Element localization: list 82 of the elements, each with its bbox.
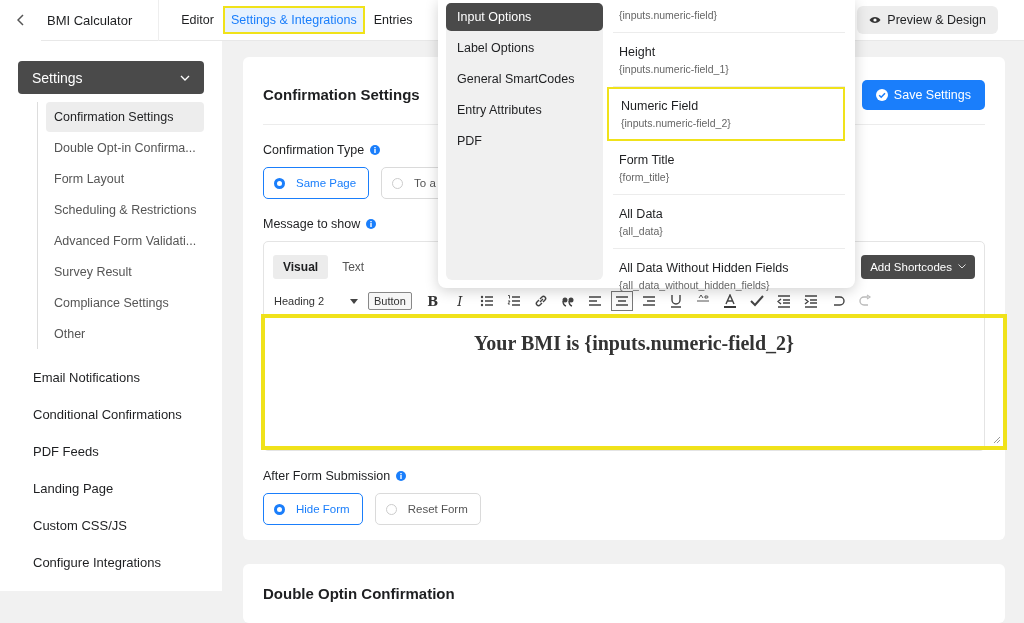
sidebar-item[interactable]: PDF Feeds bbox=[18, 433, 204, 470]
check-circle-icon bbox=[875, 88, 888, 101]
numbered-list-icon bbox=[506, 294, 521, 308]
insert-button[interactable]: Button bbox=[368, 292, 412, 310]
shortcode-value: {all_data_without_hidden_fields} bbox=[619, 279, 771, 291]
sidebar-subitem[interactable]: Advanced Form Validati... bbox=[46, 226, 204, 256]
nav-tab[interactable]: Settings & Integrations bbox=[222, 6, 365, 34]
bold-button[interactable]: B bbox=[421, 291, 444, 311]
shortcode-item[interactable]: All Data Without Hidden Fields {all_data_without_hidden_fields} bbox=[613, 249, 845, 303]
sidebar-subitem[interactable]: Compliance Settings bbox=[46, 288, 204, 318]
nav-tab[interactable]: Editor bbox=[173, 6, 222, 34]
shortcode-value: {all_data} bbox=[619, 224, 664, 237]
shortcode-item[interactable]: All Data {all_data} bbox=[613, 195, 845, 249]
chevron-left-icon bbox=[16, 14, 25, 26]
radio-option[interactable]: Hide Form bbox=[263, 493, 363, 525]
info-icon bbox=[396, 471, 407, 481]
info-icon bbox=[370, 145, 381, 155]
sidebar-subitem[interactable]: Form Layout bbox=[46, 164, 204, 194]
shortcode-item[interactable]: Numeric Field {inputs.numeric-field_2} bbox=[607, 87, 845, 141]
shortcode-title: All Data bbox=[619, 206, 664, 221]
link-icon bbox=[533, 294, 548, 308]
caret-icon bbox=[958, 264, 966, 269]
shortcode-value: {form_title} bbox=[619, 170, 671, 183]
editor-content-area[interactable]: Your BMI is {inputs.numeric-field_2} bbox=[261, 314, 1007, 450]
field-label: After Form Submission bbox=[263, 469, 391, 483]
eye-icon bbox=[869, 16, 882, 24]
shortcode-title: All Data Without Hidden Fields bbox=[619, 261, 790, 275]
shortcode-value: {inputs.numeric-field} bbox=[619, 8, 719, 21]
shortcode-value: {inputs.numeric-field_1} bbox=[619, 62, 730, 75]
align-right-icon bbox=[641, 294, 656, 308]
editor-heading-text: Your BMI is {inputs.numeric-field_2} bbox=[474, 332, 794, 355]
caret-icon bbox=[350, 298, 358, 304]
field-label: Confirmation Type bbox=[263, 143, 365, 157]
nav-tab[interactable]: Entries bbox=[365, 6, 421, 34]
sidebar-subitem[interactable]: Other bbox=[46, 319, 204, 349]
align-left-icon bbox=[587, 294, 602, 308]
sidebar-subitem[interactable]: Survey Result bbox=[46, 257, 204, 287]
bulleted-list-icon bbox=[479, 294, 494, 308]
text-color-icon bbox=[722, 294, 737, 308]
sidebar-subitem[interactable]: Double Opt-in Confirma... bbox=[46, 133, 204, 163]
mode-tab[interactable]: Visual bbox=[273, 254, 329, 279]
shortcode-title: Numeric Field bbox=[621, 99, 700, 113]
resize-grip-icon bbox=[993, 436, 1001, 444]
shortcode-title: Form Title bbox=[619, 152, 676, 167]
add-shortcodes-button[interactable]: Add Shortcodes bbox=[861, 254, 975, 279]
toolbar-button[interactable] bbox=[610, 291, 633, 311]
settings-menu-toggle[interactable]: Settings bbox=[18, 61, 204, 94]
sidebar-subitem[interactable]: Scheduling & Restrictions bbox=[46, 195, 204, 225]
shortcode-group[interactable]: General SmartCodes bbox=[446, 65, 603, 93]
sidebar-subitem[interactable]: Confirmation Settings bbox=[46, 102, 204, 132]
shortcode-group[interactable]: Input Options bbox=[446, 3, 603, 31]
radio-option[interactable]: Reset Form bbox=[374, 493, 481, 525]
outdent-icon bbox=[776, 294, 791, 308]
shortcode-group[interactable]: Label Options bbox=[446, 34, 603, 62]
underline-icon bbox=[668, 294, 683, 308]
shortcode-title: Height bbox=[619, 44, 657, 59]
sidebar-item[interactable]: Email Notifications bbox=[18, 359, 204, 396]
info-icon bbox=[366, 219, 377, 229]
chevron-icon bbox=[180, 74, 190, 81]
italic-button[interactable]: I bbox=[448, 291, 471, 311]
shortcode-value: {inputs.numeric-field_2} bbox=[621, 117, 732, 129]
sidebar-item[interactable]: Landing Page bbox=[18, 470, 204, 507]
shortcode-item[interactable]: Height {inputs.numeric-field_1} bbox=[613, 33, 845, 87]
redo-icon bbox=[857, 294, 872, 308]
field-label: Message to show bbox=[263, 217, 361, 231]
indent-icon bbox=[803, 294, 818, 308]
card-title: Double Optin Confirmation bbox=[263, 584, 455, 602]
form-name: BMI Calculator bbox=[41, 0, 160, 41]
align-center-icon bbox=[614, 294, 629, 308]
save-settings-button[interactable]: Save Settings bbox=[861, 79, 985, 110]
sidebar-item[interactable]: Conditional Confirmations bbox=[18, 396, 204, 433]
preview-button[interactable]: Preview & Design bbox=[857, 6, 998, 34]
card-title: Confirmation Settings bbox=[263, 86, 420, 103]
shortcode-group[interactable]: Entry Attributes bbox=[446, 96, 603, 124]
sidebar-item[interactable]: Custom CSS/JS bbox=[18, 507, 204, 544]
radio-option[interactable]: Same Page bbox=[263, 167, 370, 199]
shortcode-group[interactable]: PDF bbox=[446, 127, 603, 155]
mode-tab[interactable]: Text bbox=[332, 254, 375, 279]
sidebar-item[interactable]: Configure Integrations bbox=[18, 544, 204, 581]
shortcode-item[interactable]: Form Title {form_title} bbox=[613, 141, 845, 195]
checkmark-icon bbox=[749, 294, 764, 308]
shortcode-item[interactable]: {inputs.numeric-field} bbox=[613, 3, 845, 33]
